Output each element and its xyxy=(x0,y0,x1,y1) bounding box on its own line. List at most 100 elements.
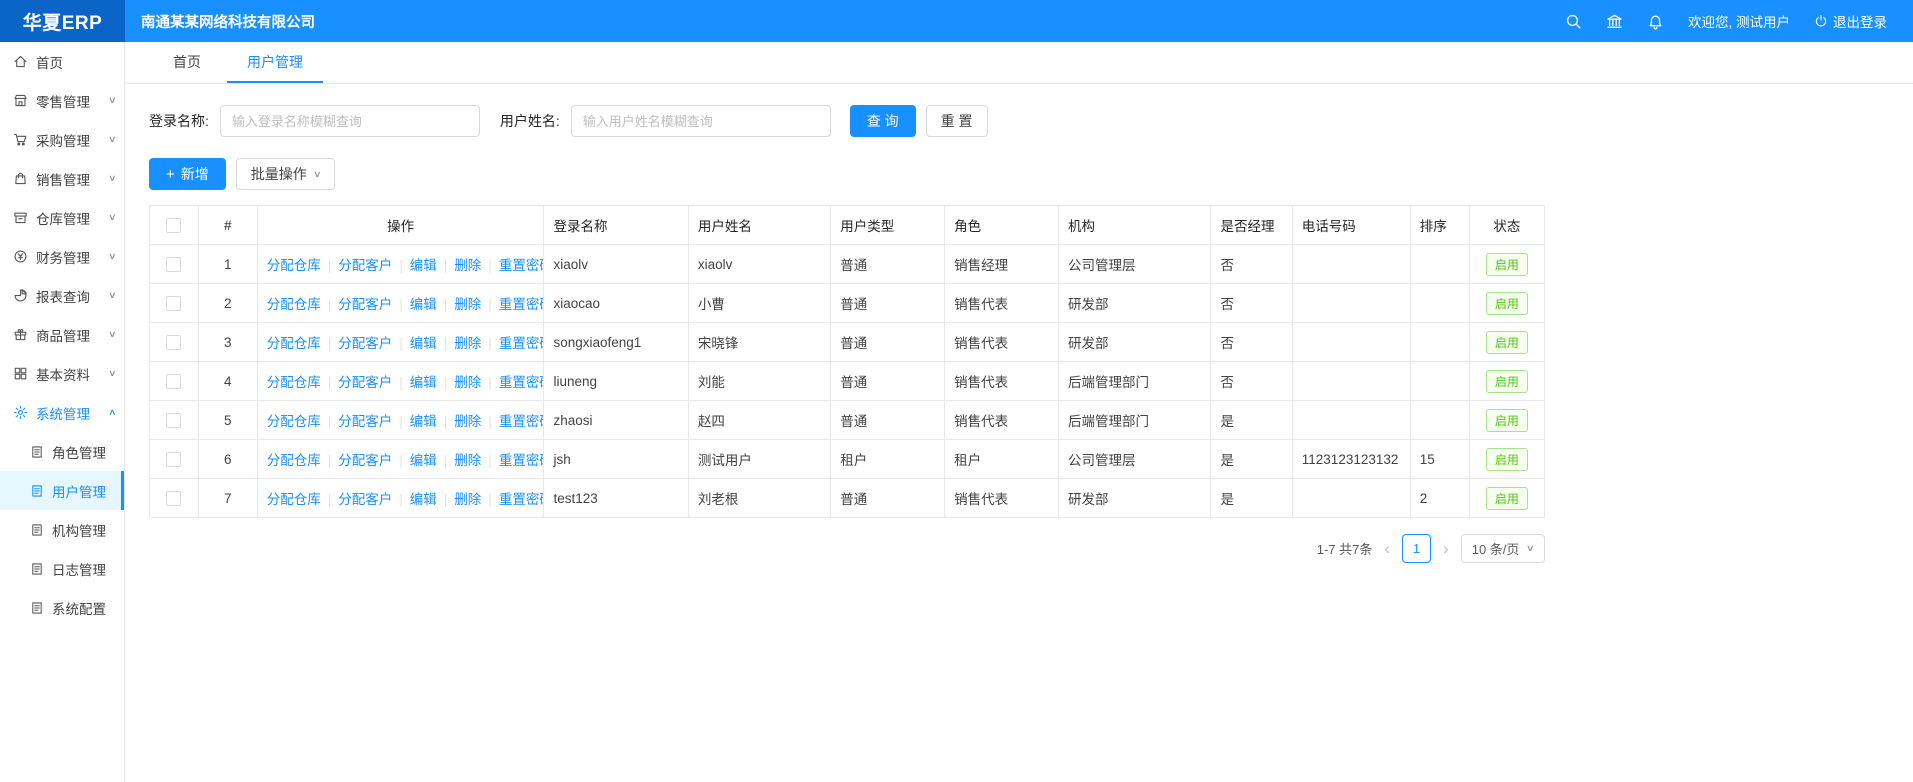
delete-link[interactable]: 删除 xyxy=(454,297,481,312)
sidebar-item-purchase[interactable]: 采购管理∨ xyxy=(0,120,124,159)
query-button[interactable]: 查 询 xyxy=(850,105,916,137)
op-divider: | xyxy=(488,258,492,273)
batch-button-label: 批量操作 xyxy=(251,164,307,184)
sidebar-item-user[interactable]: 用户管理 xyxy=(0,471,124,510)
next-page-button[interactable]: › xyxy=(1440,539,1452,559)
reset-button[interactable]: 重 置 xyxy=(926,105,988,137)
delete-link[interactable]: 删除 xyxy=(454,492,481,507)
assign-warehouse-link[interactable]: 分配仓库 xyxy=(267,375,321,390)
delete-link[interactable]: 删除 xyxy=(454,336,481,351)
row-checkbox[interactable] xyxy=(166,257,181,272)
row-checkbox[interactable] xyxy=(166,296,181,311)
assign-customer-link[interactable]: 分配客户 xyxy=(338,375,392,390)
row-index-cell: 7 xyxy=(198,479,257,518)
reset-password-link[interactable]: 重置密码 xyxy=(499,453,544,468)
assign-customer-link[interactable]: 分配客户 xyxy=(338,258,392,273)
sales-icon xyxy=(13,171,28,186)
row-checkbox[interactable] xyxy=(166,491,181,506)
op-divider: | xyxy=(444,453,448,468)
current-page-button[interactable]: 1 xyxy=(1402,534,1431,563)
edit-link[interactable]: 编辑 xyxy=(410,414,437,429)
edit-link[interactable]: 编辑 xyxy=(410,453,437,468)
sidebar-item-basic[interactable]: 基本资料∨ xyxy=(0,354,124,393)
bank-icon[interactable] xyxy=(1606,13,1623,30)
edit-link[interactable]: 编辑 xyxy=(410,258,437,273)
column-header: 机构 xyxy=(1058,206,1211,245)
sidebar-item-goods[interactable]: 商品管理∨ xyxy=(0,315,124,354)
status-badge: 启用 xyxy=(1486,292,1528,315)
sidebar-item-config[interactable]: 系统配置 xyxy=(0,588,124,627)
status-badge: 启用 xyxy=(1486,448,1528,471)
sidebar-item-finance[interactable]: 财务管理∨ xyxy=(0,237,124,276)
assign-warehouse-link[interactable]: 分配仓库 xyxy=(267,453,321,468)
assign-customer-link[interactable]: 分配客户 xyxy=(338,453,392,468)
assign-warehouse-link[interactable]: 分配仓库 xyxy=(267,258,321,273)
assign-customer-link[interactable]: 分配客户 xyxy=(338,414,392,429)
select-all-checkbox[interactable] xyxy=(166,218,181,233)
login-name-cell: zhaosi xyxy=(544,401,688,440)
sidebar-item-retail[interactable]: 零售管理∨ xyxy=(0,81,124,120)
sidebar-item-warehouse[interactable]: 仓库管理∨ xyxy=(0,198,124,237)
org-cell: 研发部 xyxy=(1058,479,1211,518)
assign-customer-link[interactable]: 分配客户 xyxy=(338,297,392,312)
delete-link[interactable]: 删除 xyxy=(454,258,481,273)
delete-link[interactable]: 删除 xyxy=(454,375,481,390)
edit-link[interactable]: 编辑 xyxy=(410,297,437,312)
assign-customer-link[interactable]: 分配客户 xyxy=(338,492,392,507)
tab-home[interactable]: 首页 xyxy=(153,42,221,83)
sidebar-item-label: 销售管理 xyxy=(36,169,90,189)
assign-warehouse-link[interactable]: 分配仓库 xyxy=(267,492,321,507)
edit-link[interactable]: 编辑 xyxy=(410,375,437,390)
row-checkbox[interactable] xyxy=(166,335,181,350)
sidebar-item-label: 首页 xyxy=(36,52,63,72)
page-size-select[interactable]: 10 条/页 ∨ xyxy=(1461,534,1545,563)
sidebar-item-org[interactable]: 机构管理 xyxy=(0,510,124,549)
assign-warehouse-link[interactable]: 分配仓库 xyxy=(267,414,321,429)
logout-button[interactable]: 退出登录 xyxy=(1814,11,1887,31)
prev-page-button[interactable]: ‹ xyxy=(1381,539,1393,559)
is-manager-cell: 是 xyxy=(1211,440,1292,479)
bell-icon[interactable] xyxy=(1647,13,1664,30)
add-button[interactable]: + 新增 xyxy=(149,158,226,190)
phone-cell xyxy=(1292,245,1410,284)
sidebar-item-log[interactable]: 日志管理 xyxy=(0,549,124,588)
reset-password-link[interactable]: 重置密码 xyxy=(499,492,544,507)
op-divider: | xyxy=(488,414,492,429)
assign-warehouse-link[interactable]: 分配仓库 xyxy=(267,297,321,312)
sidebar-item-report[interactable]: 报表查询∨ xyxy=(0,276,124,315)
system-icon xyxy=(13,405,28,420)
sidebar-item-label: 用户管理 xyxy=(52,481,106,501)
assign-customer-link[interactable]: 分配客户 xyxy=(338,336,392,351)
op-divider: | xyxy=(399,414,403,429)
delete-link[interactable]: 删除 xyxy=(454,414,481,429)
reset-password-link[interactable]: 重置密码 xyxy=(499,297,544,312)
batch-actions-button[interactable]: 批量操作 ∨ xyxy=(236,158,336,190)
sidebar-item-home[interactable]: 首页 xyxy=(0,42,124,81)
sidebar-item-sales[interactable]: 销售管理∨ xyxy=(0,159,124,198)
row-checkbox[interactable] xyxy=(166,413,181,428)
row-checkbox[interactable] xyxy=(166,452,181,467)
row-checkbox[interactable] xyxy=(166,374,181,389)
assign-warehouse-link[interactable]: 分配仓库 xyxy=(267,336,321,351)
row-index-cell: 1 xyxy=(198,245,257,284)
sidebar-item-label: 日志管理 xyxy=(52,559,106,579)
sidebar-item-label: 角色管理 xyxy=(52,442,106,462)
user-type-cell: 普通 xyxy=(831,284,945,323)
row-actions-cell: 分配仓库|分配客户|编辑|删除|重置密码 xyxy=(257,440,544,479)
sidebar-item-role[interactable]: 角色管理 xyxy=(0,432,124,471)
reset-password-link[interactable]: 重置密码 xyxy=(499,375,544,390)
reset-password-link[interactable]: 重置密码 xyxy=(499,414,544,429)
reset-password-link[interactable]: 重置密码 xyxy=(499,336,544,351)
is-manager-cell: 否 xyxy=(1211,323,1292,362)
tab-user[interactable]: 用户管理 xyxy=(227,42,323,83)
edit-link[interactable]: 编辑 xyxy=(410,492,437,507)
delete-link[interactable]: 删除 xyxy=(454,453,481,468)
search-icon[interactable] xyxy=(1565,13,1582,30)
login-name-input[interactable] xyxy=(220,105,480,137)
sidebar-item-system[interactable]: 系统管理∧ xyxy=(0,393,124,432)
org-cell: 公司管理层 xyxy=(1058,245,1211,284)
pagination: 1-7 共7条 ‹ 1 › 10 条/页 ∨ xyxy=(149,534,1545,563)
user-name-input[interactable] xyxy=(571,105,831,137)
reset-password-link[interactable]: 重置密码 xyxy=(499,258,544,273)
edit-link[interactable]: 编辑 xyxy=(410,336,437,351)
